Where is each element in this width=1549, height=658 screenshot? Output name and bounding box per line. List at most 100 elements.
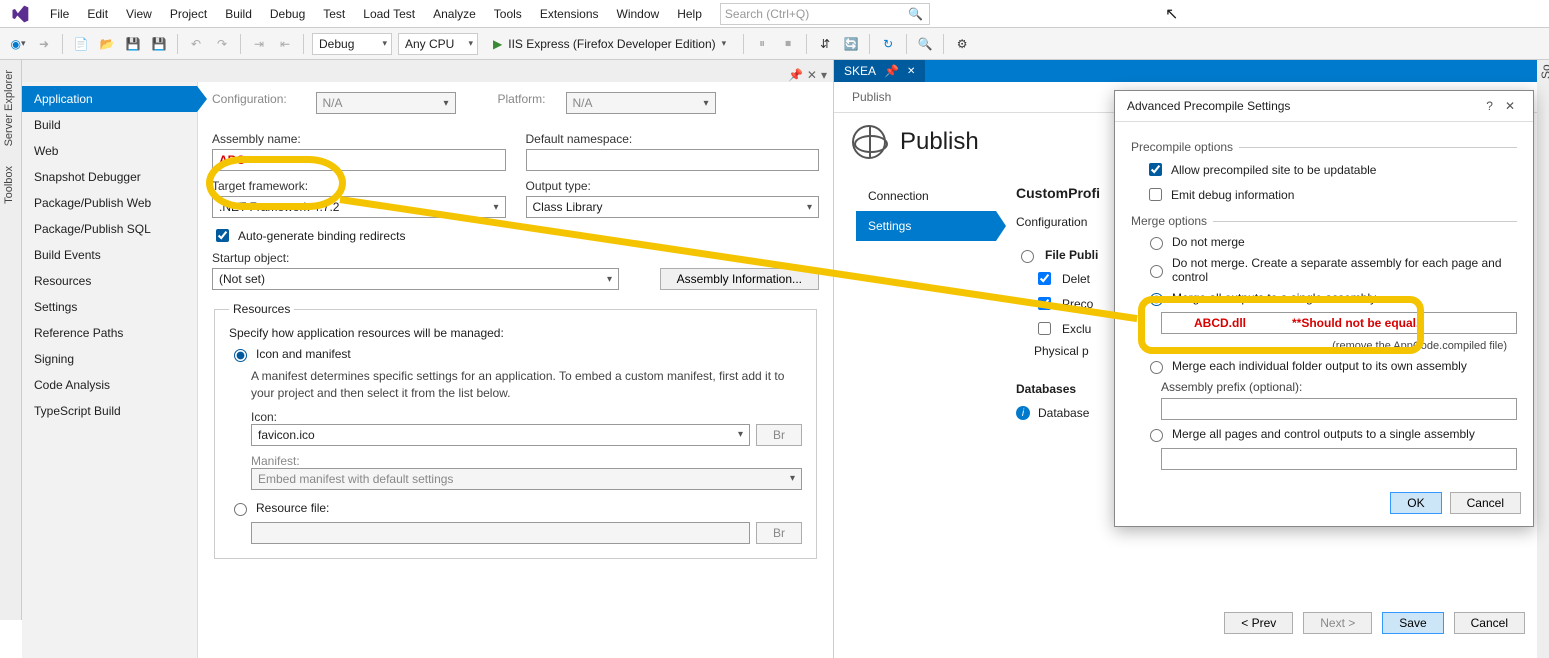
merge-assembly-input[interactable]: ABCD.dll **Should not be equal. [1161,312,1517,334]
nav-build-events[interactable]: Build Events [22,242,197,268]
nav-resources[interactable]: Resources [22,268,197,294]
icon-label: Icon: [251,410,802,424]
save-all-button[interactable]: 💾 [149,34,169,54]
open-file-button[interactable]: 📂 [97,34,117,54]
default-namespace-input[interactable] [526,149,820,171]
output-type-combo[interactable]: Class Library [526,196,820,218]
assembly-prefix-input[interactable] [1161,398,1517,420]
merge-folder-radio[interactable] [1150,361,1163,374]
pin-icon[interactable]: 📌 [788,68,803,82]
resources-legend: Resources [229,302,294,316]
close-icon[interactable]: ✕ [807,68,817,82]
start-debugging-button[interactable]: ▶ IIS Express (Firefox Developer Edition… [484,33,735,55]
menu-project[interactable]: Project [162,3,215,25]
help-icon[interactable]: ? [1480,99,1499,113]
icon-combo[interactable]: favicon.ico [251,424,750,446]
manifest-combo: Embed manifest with default settings [251,468,802,490]
redo-button[interactable]: ↷ [212,34,232,54]
icon-manifest-radio[interactable] [234,349,247,362]
exclu-check[interactable] [1038,322,1051,335]
save-button[interactable]: 💾 [123,34,143,54]
find-in-files-icon[interactable]: 🔍 [915,34,935,54]
menu-tools[interactable]: Tools [486,3,530,25]
nav-code-analysis[interactable]: Code Analysis [22,372,197,398]
nav-web[interactable]: Web [22,138,197,164]
startup-object-combo[interactable]: (Not set) [212,268,619,290]
publish-nav-settings[interactable]: Settings [856,211,996,241]
resource-file-radio-row[interactable]: Resource file: [229,500,802,516]
solution-explorer-tab[interactable]: So [1537,60,1549,658]
dropdown-icon[interactable]: ▾ [821,68,827,82]
quick-launch-search[interactable]: Search (Ctrl+Q) 🔍 [720,3,930,25]
refresh-icon[interactable]: 🔄 [841,34,861,54]
stop-icon[interactable]: ⏹ [778,34,798,54]
solution-config-combo[interactable]: Debug [312,33,392,55]
browser-link-icon[interactable]: ⇵ [815,34,835,54]
toolbox-tab[interactable]: Toolbox [0,156,18,214]
doc-tab-skea[interactable]: SKEA 📌 ✕ [834,60,925,82]
nav-package-publish-sql[interactable]: Package/Publish SQL [22,216,197,242]
merge-single-radio[interactable] [1150,293,1163,306]
menu-analyze[interactable]: Analyze [425,3,484,25]
menu-file[interactable]: File [42,3,77,25]
databases-heading: Databases [1016,382,1076,396]
customize-icon[interactable]: ⚙ [952,34,972,54]
ok-button[interactable]: OK [1390,492,1441,514]
nav-snapshot-debugger[interactable]: Snapshot Debugger [22,164,197,190]
autogen-redirects-checkbox[interactable] [216,229,229,242]
menu-debug[interactable]: Debug [262,3,313,25]
delete-check[interactable] [1038,272,1051,285]
menu-test[interactable]: Test [315,3,353,25]
globe-icon [852,125,886,159]
nav-reference-paths[interactable]: Reference Paths [22,320,197,346]
publish-nav-connection[interactable]: Connection [856,181,996,211]
emit-debug-check[interactable] [1149,188,1162,201]
startup-object-label: Startup object: [212,251,619,265]
sync-icon[interactable]: ↻ [878,34,898,54]
nav-build[interactable]: Build [22,112,197,138]
menu-extensions[interactable]: Extensions [532,3,607,25]
merge-pages-input[interactable] [1161,448,1517,470]
merge-separate-radio[interactable] [1150,265,1163,278]
menu-build[interactable]: Build [217,3,260,25]
undo-button[interactable]: ↶ [186,34,206,54]
preco-check[interactable] [1038,297,1051,310]
pin-icon[interactable]: 📌 [884,64,899,78]
nav-application[interactable]: Application [22,86,197,112]
nav-signing[interactable]: Signing [22,346,197,372]
menu-help[interactable]: Help [669,3,710,25]
menu-edit[interactable]: Edit [79,3,116,25]
save-button[interactable]: Save [1382,612,1443,634]
allow-updatable-check[interactable] [1149,163,1162,176]
back-nav-button[interactable]: ◉ [8,34,28,54]
cancel-button[interactable]: Cancel [1454,612,1525,634]
merge-none-radio[interactable] [1150,237,1163,250]
icon-manifest-radio-row[interactable]: Icon and manifest [229,346,802,362]
outdent-button[interactable]: ⇤ [275,34,295,54]
menu-window[interactable]: Window [609,3,668,25]
autogen-redirects-check[interactable]: Auto-generate binding redirects [212,226,819,245]
server-explorer-tab[interactable]: Server Explorer [0,60,18,156]
merge-pages-radio[interactable] [1150,429,1163,442]
menu-view[interactable]: View [118,3,160,25]
close-icon[interactable]: ✕ [1499,99,1521,113]
solution-platform-combo[interactable]: Any CPU [398,33,478,55]
target-framework-combo[interactable]: .NET Framework 4.7.2 [212,196,506,218]
indent-button[interactable]: ⇥ [249,34,269,54]
icon-browse-button[interactable]: Br [756,424,802,446]
nav-package-publish-web[interactable]: Package/Publish Web [22,190,197,216]
new-project-button[interactable]: 📄 [71,34,91,54]
file-publish-radio[interactable] [1021,250,1034,263]
assembly-name-input[interactable]: ABC [212,149,506,171]
nav-typescript-build[interactable]: TypeScript Build [22,398,197,424]
pause-icon[interactable]: ⏸ [752,34,772,54]
assembly-information-button[interactable]: Assembly Information... [660,268,819,290]
forward-nav-button[interactable]: ➜ [34,34,54,54]
platform-label: Platform: [497,92,545,106]
nav-settings[interactable]: Settings [22,294,197,320]
menu-loadtest[interactable]: Load Test [355,3,423,25]
cancel-button[interactable]: Cancel [1450,492,1521,514]
prev-button[interactable]: < Prev [1224,612,1293,634]
resource-file-radio[interactable] [234,503,247,516]
close-icon[interactable]: ✕ [907,66,915,77]
